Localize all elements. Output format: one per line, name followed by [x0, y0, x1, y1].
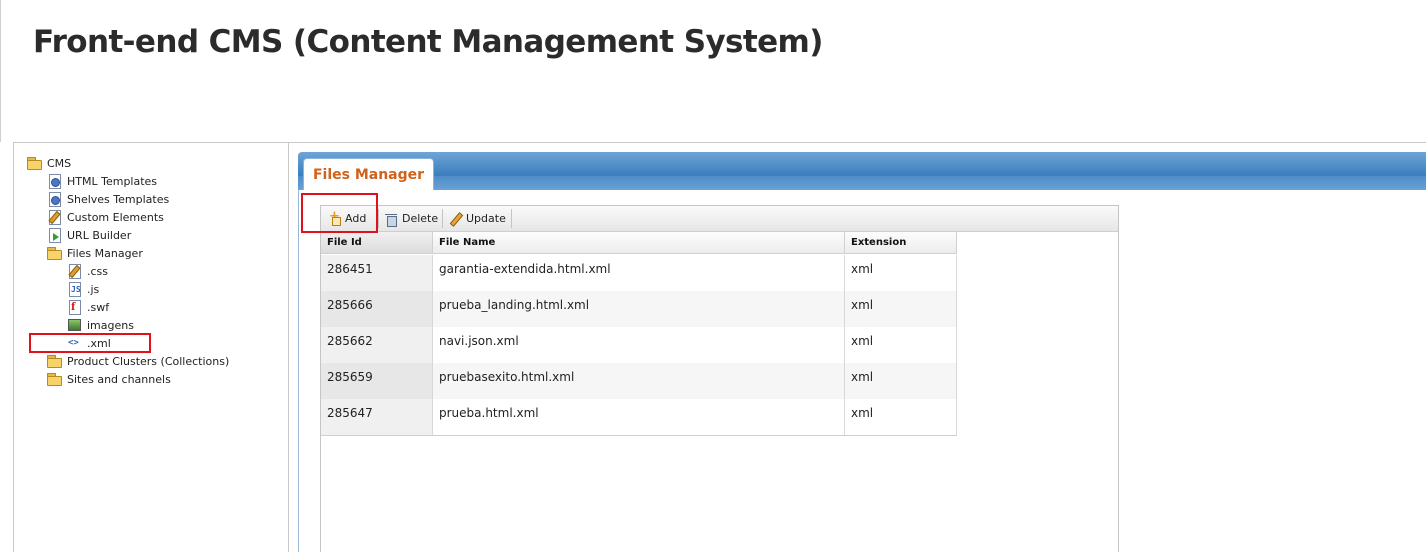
- cell-extension: xml: [845, 255, 957, 291]
- css-file-icon: [66, 263, 82, 279]
- tree-item-label: .swf: [87, 300, 110, 314]
- grid-toolbar: Add Delete Update: [321, 206, 1118, 232]
- divider: [321, 435, 957, 436]
- tab-files-manager[interactable]: Files Manager: [303, 158, 434, 190]
- cell-file-name: prueba_landing.html.xml: [433, 291, 845, 327]
- delete-button-label: Delete: [402, 212, 439, 225]
- column-header-extension[interactable]: Extension: [845, 232, 957, 254]
- flash-file-icon: f: [66, 299, 82, 315]
- table-row[interactable]: 285666 prueba_landing.html.xml xml: [321, 291, 957, 327]
- tree-pane: CMS HTML Templates Shelves Templates Cus…: [14, 143, 289, 552]
- tree-item-custom-elements[interactable]: Custom Elements: [46, 208, 164, 226]
- cell-file-name: garantia-extendida.html.xml: [433, 255, 845, 291]
- tree-item-cms[interactable]: CMS: [26, 154, 71, 172]
- cell-file-id: 285662: [321, 327, 433, 363]
- tree-item-label: imagens: [87, 318, 134, 332]
- tree-item-label: Product Clusters (Collections): [67, 354, 230, 368]
- files-grid: Add Delete Update File Id File Name Exte…: [320, 205, 1119, 552]
- tree-item-label: Sites and channels: [67, 372, 171, 386]
- cell-file-id: 286451: [321, 255, 433, 291]
- tree-item-sites-channels[interactable]: Sites and channels: [46, 370, 171, 388]
- update-button-label: Update: [466, 212, 506, 225]
- cell-file-id: 285666: [321, 291, 433, 327]
- image-file-icon: [66, 317, 82, 333]
- cell-file-name: navi.json.xml: [433, 327, 845, 363]
- pencil-icon: [448, 212, 462, 226]
- panel-header: Files Manager: [298, 152, 1426, 190]
- tree-item-js[interactable]: JS .js: [66, 280, 99, 298]
- cell-file-id: 285647: [321, 399, 433, 435]
- delete-button[interactable]: Delete: [380, 208, 442, 229]
- update-button[interactable]: Update: [444, 208, 510, 229]
- column-header-file-id[interactable]: File Id: [321, 232, 433, 254]
- tree-item-url-builder[interactable]: URL Builder: [46, 226, 131, 244]
- panel-body: Add Delete Update File Id File Name Exte…: [298, 190, 1426, 552]
- tree-item-label: Files Manager: [67, 246, 143, 260]
- cell-extension: xml: [845, 291, 957, 327]
- tree-item-label: CMS: [47, 156, 72, 170]
- toolbar-divider: [442, 209, 443, 228]
- folder-open-icon: [46, 245, 62, 261]
- files-manager-panel: Files Manager Add Delete Update: [298, 152, 1426, 552]
- page-title: Front-end CMS (Content Management System…: [33, 24, 823, 60]
- cell-extension: xml: [845, 327, 957, 363]
- tree-item-html-templates[interactable]: HTML Templates: [46, 172, 157, 190]
- tree-item-css[interactable]: .css: [66, 262, 108, 280]
- cell-file-name: pruebasexito.html.xml: [433, 363, 845, 399]
- cell-file-id: 285659: [321, 363, 433, 399]
- folder-icon: [46, 353, 62, 369]
- folder-open-icon: [26, 155, 42, 171]
- edit-document-icon: [46, 209, 62, 225]
- tree-item-label: Custom Elements: [67, 210, 164, 224]
- xml-file-icon: <>: [68, 338, 79, 348]
- table-row[interactable]: 285659 pruebasexito.html.xml xml: [321, 363, 957, 399]
- tree-item-label: URL Builder: [67, 228, 132, 242]
- tree-item-shelves-templates[interactable]: Shelves Templates: [46, 190, 169, 208]
- table-row[interactable]: 286451 garantia-extendida.html.xml xml: [321, 255, 957, 291]
- tree-item-label: Shelves Templates: [67, 192, 170, 206]
- tree-item-product-clusters[interactable]: Product Clusters (Collections): [46, 352, 229, 370]
- toolbar-divider: [378, 209, 379, 228]
- cell-extension: xml: [845, 363, 957, 399]
- column-header-file-name[interactable]: File Name: [433, 232, 845, 254]
- tree-item-xml[interactable]: <> .xml: [66, 334, 111, 352]
- tree-item-swf[interactable]: f .swf: [66, 298, 109, 316]
- tree-item-files-manager[interactable]: Files Manager: [46, 244, 143, 262]
- toolbar-divider: [511, 209, 512, 228]
- add-icon: [327, 209, 341, 226]
- cell-extension: xml: [845, 399, 957, 435]
- tree-item-label: HTML Templates: [67, 174, 158, 188]
- add-button[interactable]: Add: [323, 208, 370, 229]
- gear-document-icon: [46, 191, 62, 207]
- table-row[interactable]: 285662 navi.json.xml xml: [321, 327, 957, 363]
- tree-item-label: .css: [87, 264, 109, 278]
- folder-icon: [46, 371, 62, 387]
- js-file-icon: JS: [66, 281, 82, 297]
- gear-document-icon: [46, 173, 62, 189]
- divider: [0, 0, 1, 142]
- cell-file-name: prueba.html.xml: [433, 399, 845, 435]
- arrow-document-icon: [46, 227, 62, 243]
- tree-item-label: .js: [87, 282, 100, 296]
- table-row[interactable]: 285647 prueba.html.xml xml: [321, 399, 957, 435]
- add-button-label: Add: [345, 212, 367, 225]
- trash-icon: [384, 212, 398, 227]
- tree-item-imagens[interactable]: imagens: [66, 316, 134, 334]
- tree-item-label: .xml: [87, 336, 111, 350]
